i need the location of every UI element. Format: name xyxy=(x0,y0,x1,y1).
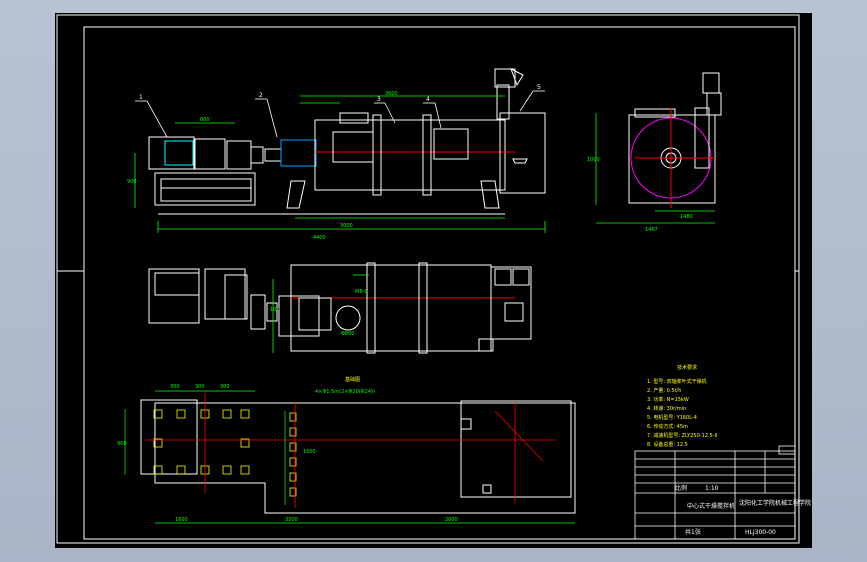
svg-text:4400: 4400 xyxy=(313,235,326,241)
part-label-1: 1 xyxy=(139,94,143,101)
top-view xyxy=(148,262,532,354)
svg-text:900: 900 xyxy=(127,179,137,185)
tech-requirements: 技术要求 1. 型号: 双轴桨叶式干燥机 2. 产量: 0.5t/h 3. 功率… xyxy=(647,364,717,448)
tech-req-line: 8. 设备总重: 12.5 xyxy=(647,441,688,448)
scale-value: 1:10 xyxy=(705,485,719,492)
outer-frame xyxy=(56,14,800,544)
tech-req-line: 5. 电机型号: Y160L-4 xyxy=(647,414,697,421)
sheet-count: 共1张 xyxy=(685,528,701,536)
svg-text:900: 900 xyxy=(117,441,127,447)
svg-text:300: 300 xyxy=(170,384,180,390)
foundation-plan xyxy=(140,399,576,514)
svg-text:Φ800: Φ800 xyxy=(341,331,354,337)
svg-text:1480: 1480 xyxy=(680,214,693,220)
svg-text:100: 100 xyxy=(270,307,280,313)
side-view xyxy=(628,72,722,208)
drawing-number: HLJ300-00 xyxy=(745,529,776,536)
motor-body xyxy=(164,140,194,166)
foundation-title: 基础图 xyxy=(345,376,360,383)
tech-req-line: 4. 转速: 30r/min xyxy=(647,405,686,412)
svg-text:300: 300 xyxy=(220,384,230,390)
inner-frame xyxy=(83,26,796,540)
svg-text:800: 800 xyxy=(200,117,210,123)
tech-req-line: 6. 传动方式: 45m xyxy=(647,423,688,430)
school-name: 沈阳化工学院机械工程学院 xyxy=(739,499,811,507)
part-label-4: 4 xyxy=(426,96,430,103)
tech-req-title: 技术要求 xyxy=(677,364,697,371)
svg-text:1467: 1467 xyxy=(645,227,658,233)
svg-text:M8-8: M8-8 xyxy=(355,289,367,295)
title-block xyxy=(634,445,796,540)
svg-text:2000: 2000 xyxy=(445,517,458,523)
drawing-title: 中心式干燥搅拌机 xyxy=(687,502,735,510)
tech-req-line: 7. 减速机型号: ZLY250-12.5-II xyxy=(647,432,717,439)
svg-text:3000: 3000 xyxy=(340,223,353,229)
tech-req-line: 1. 型号: 双轴桨叶式干燥机 xyxy=(647,378,707,385)
svg-text:1500: 1500 xyxy=(303,449,316,455)
front-view xyxy=(148,67,546,215)
part-label-3: 3 xyxy=(377,96,381,103)
svg-text:4×Φ1.5m(2×Φ20(Φ24)): 4×Φ1.5m(2×Φ20(Φ24)) xyxy=(315,389,375,395)
part-label-5: 5 xyxy=(537,84,541,91)
svg-text:1600: 1600 xyxy=(175,517,188,523)
cad-drawing: 3600 3000 4400 800 900 1 2 3 4 5 1000 14… xyxy=(56,14,811,544)
tech-req-line: 3. 功率: N=15kW xyxy=(647,396,689,403)
scale-label: 比例 xyxy=(675,484,687,492)
svg-text:1000: 1000 xyxy=(587,157,600,163)
part-label-2: 2 xyxy=(259,92,263,99)
tech-req-line: 2. 产量: 0.5t/h xyxy=(647,387,681,394)
cad-viewport[interactable]: 3600 3000 4400 800 900 1 2 3 4 5 1000 14… xyxy=(55,13,812,548)
svg-text:300: 300 xyxy=(195,384,205,390)
svg-text:3600: 3600 xyxy=(385,91,398,97)
svg-text:3300: 3300 xyxy=(285,517,298,523)
